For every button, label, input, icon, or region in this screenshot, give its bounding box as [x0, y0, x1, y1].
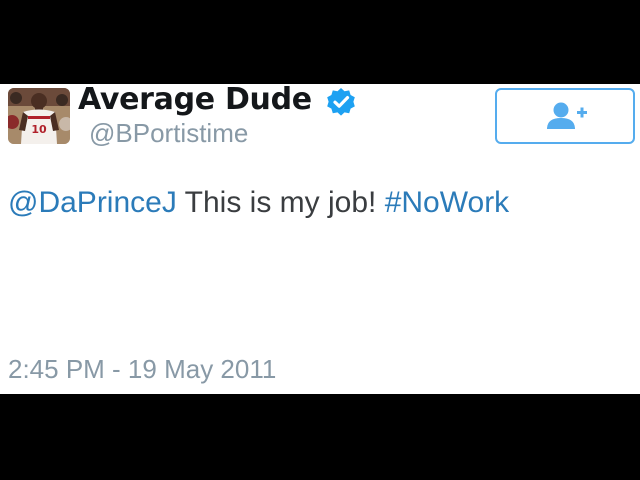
- mention-link[interactable]: @DaPrinceJ: [8, 186, 177, 219]
- avatar-jersey-number: 10: [31, 123, 47, 136]
- display-name[interactable]: Average Dude: [78, 84, 312, 117]
- hashtag-link[interactable]: #NoWork: [385, 186, 509, 219]
- avatar-photo: 10: [8, 88, 70, 144]
- tweet-timestamp[interactable]: 2:45 PM - 19 May 2011: [8, 354, 276, 385]
- avatar[interactable]: 10: [8, 88, 70, 144]
- verified-badge-icon: [327, 88, 355, 116]
- follow-user-icon: [547, 102, 587, 129]
- tweet-card: 10 Average Dude @BPortistime @DaPrinceJ …: [0, 84, 640, 394]
- screenshot-frame: 10 Average Dude @BPortistime @DaPrinceJ …: [0, 0, 640, 480]
- user-handle[interactable]: @BPortistime: [89, 118, 248, 149]
- follow-button[interactable]: [495, 88, 635, 144]
- tweet-body-text: This is my job!: [184, 186, 377, 219]
- tweet-text: @DaPrinceJ This is my job! #NoWork: [8, 186, 509, 220]
